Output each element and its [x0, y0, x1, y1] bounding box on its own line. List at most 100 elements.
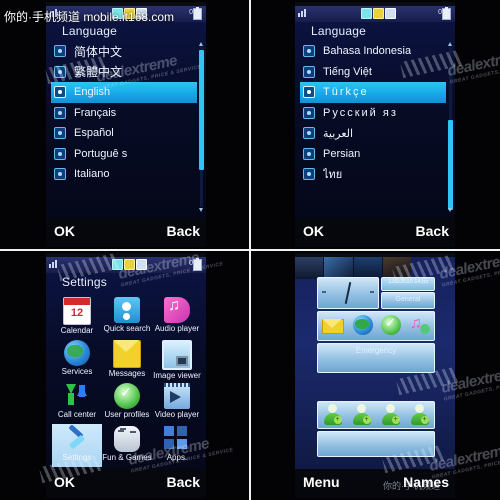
analog-clock-widget[interactable]	[317, 277, 379, 309]
memory-card-icon	[124, 259, 135, 270]
radio-icon[interactable]	[54, 168, 66, 181]
list-item[interactable]: Español	[51, 123, 197, 144]
scroll-down-arrow-icon[interactable]	[448, 208, 452, 212]
home-screen-body: 12/2/2010 14:55 General ✓ ♫ Emergency + …	[295, 257, 455, 469]
contacts-icon	[113, 297, 140, 323]
grid-item-calendar[interactable]: Calendar	[52, 295, 102, 338]
photo-thumbnail[interactable]	[353, 257, 382, 279]
radio-icon[interactable]	[54, 86, 66, 99]
scrollbar[interactable]	[448, 42, 453, 212]
phone-body: 0 Language 简体中文 繁體中文 English Français Es…	[46, 2, 206, 247]
message-icon	[136, 259, 147, 270]
list-item[interactable]: Italiano	[51, 164, 197, 185]
grid-item-label: Image viewer	[153, 371, 201, 380]
add-contact-icon[interactable]: +	[381, 404, 401, 425]
grid-item-messages[interactable]: Messages	[102, 338, 152, 381]
grid-item-video-player[interactable]: Video player	[152, 381, 202, 424]
scrollbar[interactable]	[199, 42, 204, 212]
softkey-ok[interactable]: OK	[54, 474, 75, 490]
list-item[interactable]: العربية	[300, 123, 446, 144]
signal-bars-icon	[49, 9, 57, 17]
emergency-widget[interactable]: Emergency	[317, 343, 435, 373]
add-contact-icon[interactable]: +	[352, 404, 372, 425]
favorite-contacts-widget: + + + +	[317, 401, 435, 429]
photo-strip-widget[interactable]	[295, 257, 411, 279]
scroll-up-arrow-icon[interactable]	[448, 42, 452, 46]
music-note-icon[interactable]	[410, 315, 430, 335]
photo-thumbnail[interactable]	[382, 257, 411, 279]
grid-item-fun-games[interactable]: Fun & Games	[102, 424, 152, 467]
grid-item-quick-search[interactable]: Quick search	[102, 295, 152, 338]
radio-icon[interactable]	[54, 147, 66, 160]
soft-key-bar: Menu Names	[295, 468, 455, 490]
radio-icon[interactable]	[303, 86, 315, 99]
list-item[interactable]: Bahasa Indonesia	[300, 41, 446, 62]
list-item[interactable]: 繁體中文	[51, 62, 197, 83]
softkey-back[interactable]: Back	[167, 223, 200, 239]
screenshot-collage: 0 Language 简体中文 繁體中文 English Français Es…	[0, 0, 500, 500]
calendar-icon	[62, 297, 91, 325]
profile-widget[interactable]: General	[381, 292, 435, 309]
radio-icon[interactable]	[303, 45, 315, 58]
radio-icon[interactable]	[303, 147, 315, 160]
globe-icon[interactable]	[352, 315, 373, 335]
grid-item-call-center[interactable]: Call center	[52, 381, 102, 424]
photo-thumbnail[interactable]	[295, 257, 324, 279]
radio-icon[interactable]	[54, 106, 66, 119]
horizontal-divider	[0, 249, 500, 251]
grid-item-label: Calendar	[60, 326, 94, 335]
language-list: Bahasa Indonesia Tiếng Việt Türkçe Русск…	[300, 41, 446, 185]
signal-bars-icon	[298, 9, 306, 17]
clock-ticks-icon	[322, 291, 326, 293]
radio-icon[interactable]	[303, 168, 315, 181]
grid-item-image-viewer[interactable]: Image viewer	[152, 338, 202, 381]
add-contact-icon[interactable]: +	[323, 404, 343, 425]
list-item[interactable]: Français	[51, 103, 197, 124]
softkey-back[interactable]: Back	[416, 223, 449, 239]
radio-icon[interactable]	[303, 106, 315, 119]
list-item-label: Español	[74, 127, 114, 140]
phone-screen: 0 Language Bahasa Indonesia Tiếng Việt T…	[295, 6, 455, 218]
date-time-widget[interactable]: 12/2/2010 14:55	[381, 277, 435, 291]
softkey-menu[interactable]: Menu	[303, 474, 340, 490]
scrollbar-thumb[interactable]	[448, 120, 453, 210]
grid-item-services[interactable]: Services	[52, 338, 102, 381]
list-item-label: 繁體中文	[74, 65, 123, 80]
radio-icon[interactable]	[54, 45, 66, 58]
app-squares-icon	[163, 426, 190, 452]
list-item-label: Italiano	[74, 168, 110, 181]
list-item[interactable]: Tiếng Việt	[300, 62, 446, 83]
list-item[interactable]: ไทย	[300, 164, 446, 185]
list-item[interactable]: 简体中文	[51, 41, 197, 62]
add-contact-icon[interactable]: +	[410, 404, 430, 425]
list-item[interactable]: Русский яз	[300, 103, 446, 124]
list-item[interactable]: Persian	[300, 144, 446, 165]
radio-icon[interactable]	[54, 127, 66, 140]
list-item[interactable]: Portuguê s	[51, 144, 197, 165]
photo-thumbnail[interactable]	[324, 257, 353, 279]
list-item-selected[interactable]: Türkçe	[300, 82, 446, 103]
envelope-icon[interactable]	[322, 319, 345, 334]
softkey-ok[interactable]: OK	[54, 223, 75, 239]
radio-icon[interactable]	[54, 65, 66, 78]
radio-icon[interactable]	[303, 127, 315, 140]
grid-item-user-profiles[interactable]: User profiles	[102, 381, 152, 424]
softkey-back[interactable]: Back	[167, 474, 200, 490]
list-item-label: Tiếng Việt	[323, 65, 372, 78]
softkey-names[interactable]: Names	[403, 474, 449, 490]
scrollbar-thumb[interactable]	[199, 50, 204, 170]
grid-item-settings-selected[interactable]: Settings	[52, 424, 102, 467]
scroll-down-arrow-icon[interactable]	[199, 208, 203, 212]
grid-item-apps[interactable]: Apps.	[152, 424, 202, 467]
panel-settings-menu: 0 Settings Calendar Quick search	[0, 251, 249, 500]
scroll-up-arrow-icon[interactable]	[199, 42, 203, 46]
empty-widget-slot[interactable]	[317, 431, 435, 457]
grid-item-audio-player[interactable]: Audio player	[152, 295, 202, 338]
phone-body: 0 Language Bahasa Indonesia Tiếng Việt T…	[295, 2, 455, 247]
profile-check-icon[interactable]	[381, 315, 402, 335]
message-icon	[136, 8, 147, 19]
list-item-selected[interactable]: English	[51, 82, 197, 103]
softkey-ok[interactable]: OK	[303, 223, 324, 239]
soft-key-bar: OK Back	[46, 468, 206, 490]
radio-icon[interactable]	[303, 65, 315, 78]
